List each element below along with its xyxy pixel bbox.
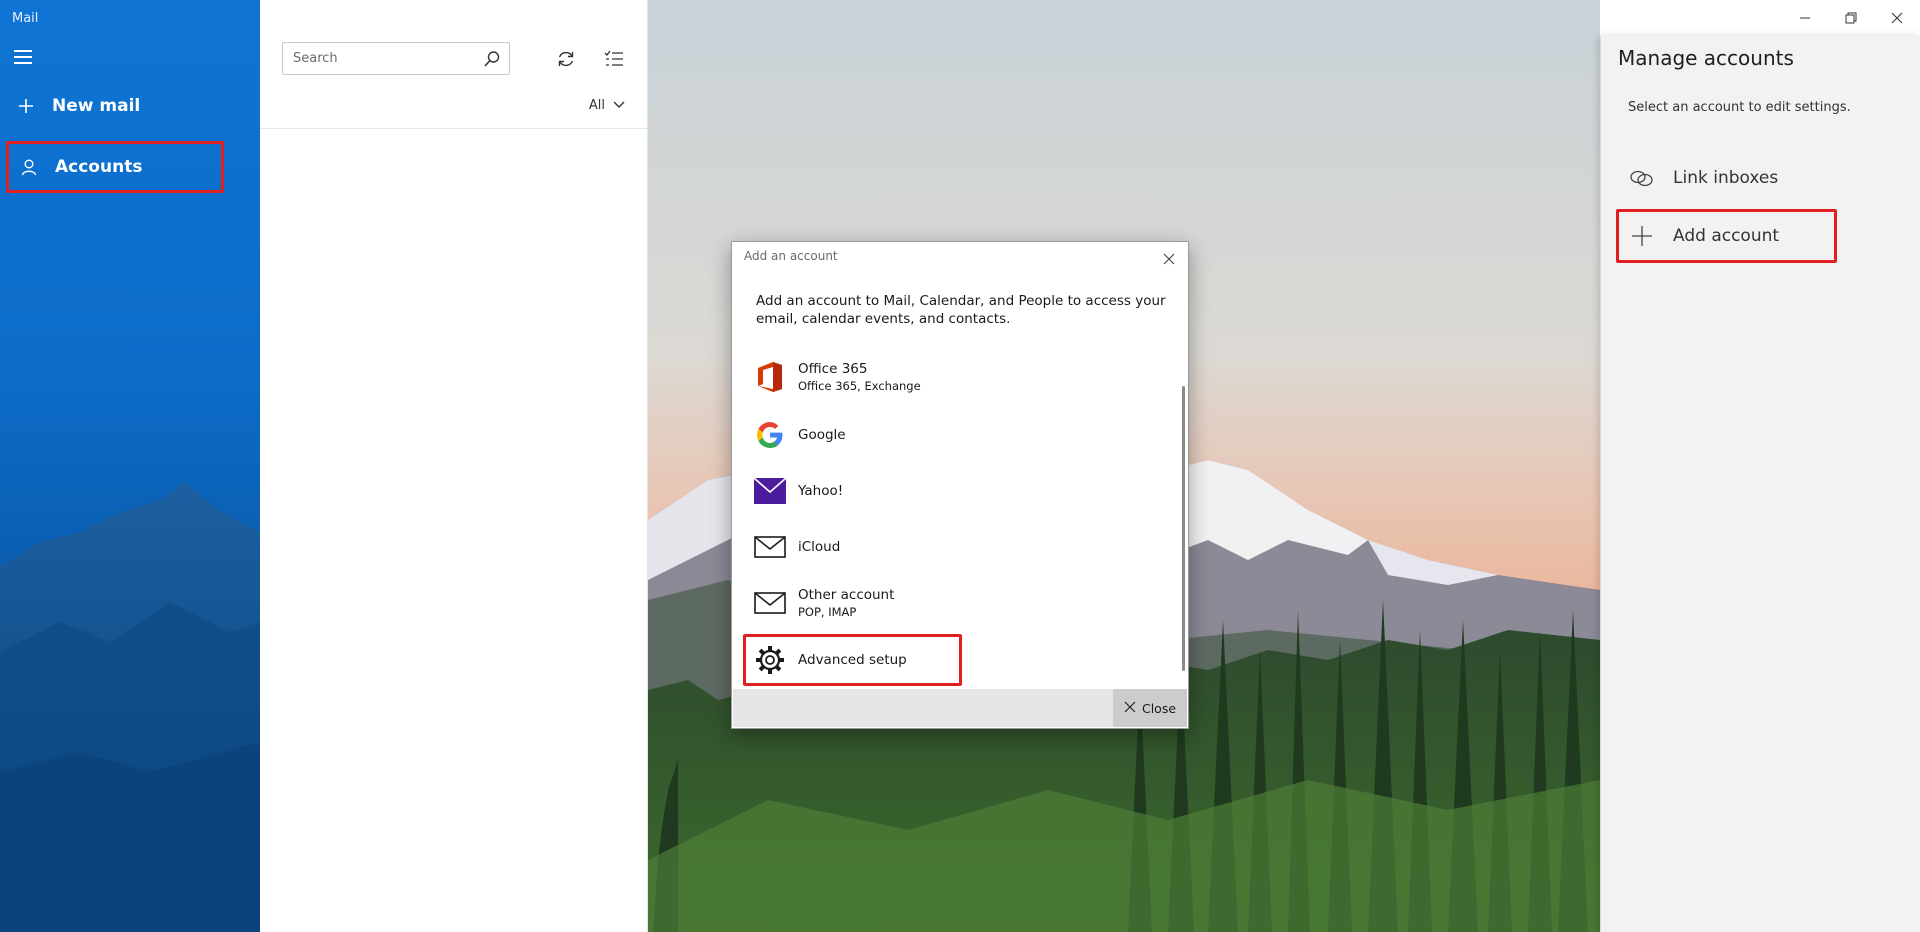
search-icon[interactable] (475, 43, 509, 74)
close-window-icon[interactable] (1874, 0, 1920, 36)
mail-envelope-icon (754, 531, 786, 563)
manage-accounts-title: Manage accounts (1618, 46, 1794, 70)
nav-mountain-background (0, 482, 260, 932)
new-mail-label: New mail (52, 96, 141, 116)
close-icon (1124, 701, 1136, 716)
plus-icon (10, 98, 42, 114)
office365-icon (754, 361, 786, 393)
app-title: Mail (12, 11, 39, 26)
yahoo-icon (754, 475, 786, 507)
dialog-title: Add an account (744, 249, 838, 263)
filter-label: All (588, 98, 605, 113)
account-option-google[interactable]: Google (754, 410, 1164, 460)
account-name: Advanced setup (798, 652, 907, 668)
account-name: Yahoo! (798, 483, 844, 499)
accounts-button[interactable]: Accounts (6, 141, 224, 193)
link-icon (1627, 169, 1657, 187)
close-label: Close (1141, 700, 1177, 716)
add-account-dialog: Add an account Add an account to Mail, C… (731, 241, 1189, 729)
list-divider (260, 128, 647, 129)
filter-dropdown[interactable]: All (589, 98, 625, 113)
dialog-intro: Add an account to Mail, Calendar, and Pe… (756, 293, 1166, 327)
link-inboxes-label: Link inboxes (1673, 168, 1779, 188)
new-mail-button[interactable]: New mail (6, 81, 224, 131)
search-input[interactable] (283, 43, 475, 74)
manage-accounts-panel: Manage accounts Select an account to edi… (1600, 36, 1920, 932)
account-subtitle: Office 365, Exchange (798, 379, 921, 393)
person-icon (13, 159, 45, 176)
gear-icon (754, 644, 786, 676)
manage-accounts-description: Select an account to edit settings. (1628, 100, 1851, 115)
hamburger-menu-icon[interactable] (14, 50, 33, 64)
add-account-button[interactable]: Add account (1615, 211, 1835, 261)
account-option-yahoo[interactable]: Yahoo! (754, 466, 1164, 516)
account-option-office365[interactable]: Office 365 Office 365, Exchange (754, 352, 1164, 402)
account-name: Google (798, 427, 846, 443)
accounts-label: Accounts (55, 157, 143, 177)
search-box (282, 42, 510, 75)
account-name: Other account (798, 587, 895, 603)
minimize-icon[interactable] (1782, 0, 1828, 36)
chevron-down-icon (613, 98, 625, 113)
google-icon (754, 419, 786, 451)
dialog-footer: Close (733, 689, 1187, 727)
account-option-advanced-setup[interactable]: Advanced setup (754, 635, 1164, 685)
account-name: Office 365 (798, 361, 868, 377)
plus-icon (1627, 225, 1657, 247)
mail-envelope-icon (754, 587, 786, 619)
account-name: iCloud (798, 539, 841, 555)
nav-pane: Mail New mail Accounts (0, 0, 260, 932)
account-option-icloud[interactable]: iCloud (754, 522, 1164, 572)
dialog-close-button[interactable]: Close (1113, 689, 1187, 727)
sync-icon[interactable] (550, 44, 582, 74)
window-controls (1782, 0, 1920, 36)
scrollbar[interactable] (1182, 386, 1185, 671)
link-inboxes-button[interactable]: Link inboxes (1615, 153, 1835, 203)
message-list-pane: All (260, 0, 648, 932)
restore-icon[interactable] (1828, 0, 1874, 36)
account-subtitle: POP, IMAP (798, 605, 857, 619)
close-icon[interactable] (1156, 246, 1182, 272)
selection-mode-icon[interactable] (598, 44, 630, 74)
add-account-label: Add account (1673, 226, 1780, 246)
account-option-other[interactable]: Other account POP, IMAP (754, 578, 1164, 628)
